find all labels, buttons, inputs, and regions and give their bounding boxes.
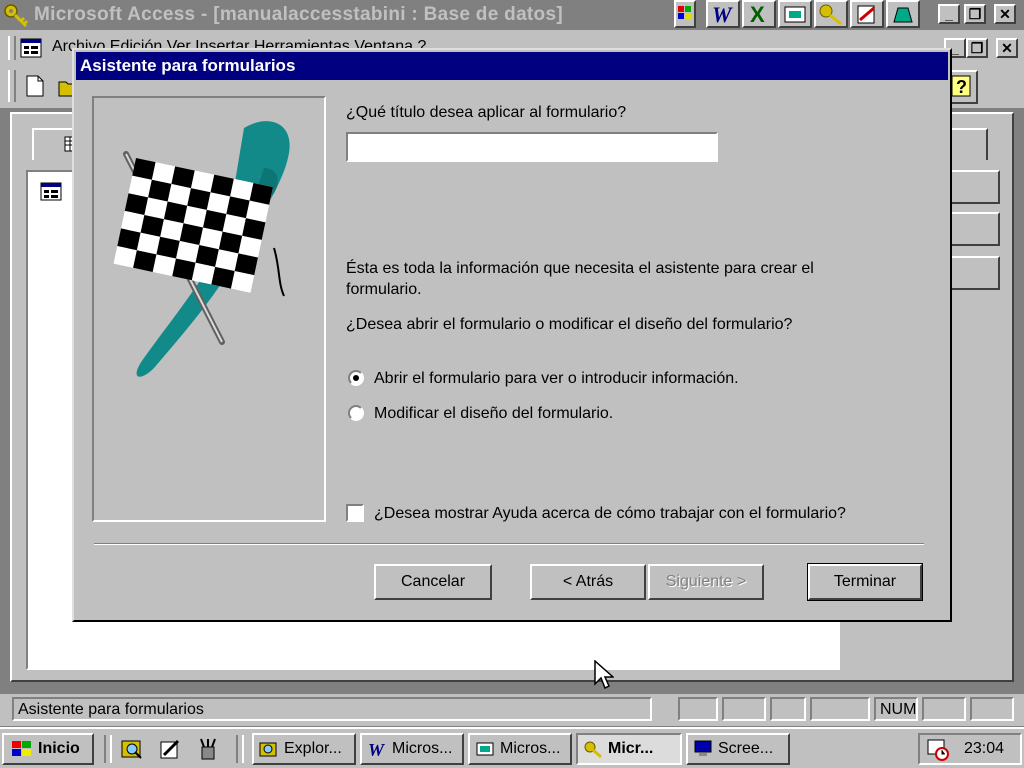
next-button[interactable]: Siguiente > bbox=[648, 564, 764, 600]
close-button[interactable]: ✕ bbox=[994, 4, 1016, 24]
radio-modify-design[interactable] bbox=[348, 405, 364, 421]
doc-restore-button[interactable]: ❐ bbox=[966, 38, 988, 58]
toolbar-grip bbox=[8, 70, 16, 102]
finish-button[interactable]: Terminar bbox=[807, 563, 923, 601]
status-indicator-1 bbox=[678, 697, 718, 721]
status-indicator-7 bbox=[970, 697, 1014, 721]
task-powerpoint[interactable]: Micros... bbox=[468, 733, 572, 765]
task-access-active[interactable]: Micr... bbox=[576, 733, 682, 765]
start-button[interactable]: Inicio bbox=[2, 733, 94, 765]
form-wizard-dialog: Asistente para formularios ¿Qué título d… bbox=[72, 48, 952, 622]
form-object-icon[interactable] bbox=[40, 182, 62, 202]
radio-open-form-label[interactable]: Abrir el formulario para ver o introduci… bbox=[374, 368, 739, 389]
task-label: Micros... bbox=[500, 740, 561, 757]
word-task-icon: W bbox=[368, 740, 386, 758]
status-indicator-4 bbox=[810, 697, 870, 721]
dialog-title: Asistente para formularios bbox=[76, 52, 948, 80]
title-question-label: ¿Qué título desea aplicar al formulario? bbox=[346, 104, 627, 121]
option-label: Abrir el formulario para ver o introduci… bbox=[374, 370, 739, 387]
task-screen[interactable]: Scree... bbox=[686, 733, 790, 765]
system-tray: 23:04 bbox=[918, 733, 1022, 765]
task-word[interactable]: W Micros... bbox=[360, 733, 464, 765]
task-label: Micros... bbox=[392, 740, 453, 757]
new-document-icon[interactable] bbox=[24, 74, 46, 98]
schedule-icon[interactable] bbox=[850, 0, 884, 28]
taskbar-divider-2 bbox=[236, 735, 244, 763]
task-label: Micr... bbox=[608, 740, 654, 757]
access-task-icon bbox=[584, 741, 602, 758]
access-key-icon bbox=[4, 4, 29, 28]
svg-text:W: W bbox=[368, 740, 386, 758]
explorer-icon bbox=[259, 742, 277, 757]
database-window-icon[interactable] bbox=[20, 38, 42, 58]
status-indicator-6 bbox=[922, 697, 966, 721]
form-title-input[interactable] bbox=[346, 132, 718, 162]
minimize-button[interactable]: _ bbox=[938, 4, 960, 24]
help-checkbox[interactable] bbox=[346, 504, 364, 522]
taskbar-divider bbox=[104, 735, 112, 763]
windows-logo-icon bbox=[12, 741, 31, 756]
tools-quicklaunch-icon[interactable] bbox=[196, 737, 220, 761]
office-bar-menu-icon[interactable] bbox=[674, 0, 696, 28]
task-label: Explor... bbox=[284, 740, 342, 757]
svg-text:X: X bbox=[750, 2, 765, 26]
help-checkbox-label[interactable]: ¿Desea mostrar Ayuda acerca de cómo trab… bbox=[374, 503, 846, 524]
scheduler-tray-icon[interactable] bbox=[926, 738, 950, 762]
task-label: Scree... bbox=[718, 740, 774, 757]
app-titlebar: Microsoft Access - [manualaccesstabini :… bbox=[0, 0, 1024, 30]
radio-selected-dot bbox=[353, 375, 359, 381]
start-label: Inicio bbox=[38, 740, 80, 757]
word-icon[interactable]: W bbox=[706, 0, 740, 28]
status-indicator-2 bbox=[722, 697, 766, 721]
office-tools-icon[interactable] bbox=[886, 0, 920, 28]
tab-modules[interactable] bbox=[948, 128, 988, 162]
clock: 23:04 bbox=[964, 740, 1005, 757]
dialog-separator bbox=[94, 543, 924, 545]
open-question-label: ¿Desea abrir el formulario o modificar e… bbox=[346, 316, 793, 333]
radio-open-form[interactable] bbox=[348, 370, 364, 386]
checkered-flag-icon bbox=[113, 121, 290, 377]
status-text: Asistente para formularios bbox=[12, 697, 652, 721]
access-icon[interactable] bbox=[814, 0, 848, 28]
powerpoint-task-icon bbox=[476, 742, 494, 756]
back-button[interactable]: < Atrás bbox=[530, 564, 646, 600]
info-text: Ésta es toda la información que necesita… bbox=[346, 260, 814, 298]
option-label: Modificar el diseño del formulario. bbox=[374, 405, 614, 422]
doc-close-button[interactable]: ✕ bbox=[996, 38, 1018, 58]
cancel-button[interactable]: Cancelar bbox=[374, 564, 492, 600]
radio-modify-design-label[interactable]: Modificar el diseño del formulario. bbox=[374, 403, 613, 424]
restore-button[interactable]: ❐ bbox=[964, 4, 986, 24]
num-indicator: NUM bbox=[874, 697, 918, 721]
status-bar: Asistente para formularios NUM bbox=[0, 694, 1024, 726]
status-indicator-3 bbox=[770, 697, 806, 721]
edit-quicklaunch-icon[interactable] bbox=[158, 737, 182, 761]
excel-icon[interactable]: X bbox=[742, 0, 776, 28]
monitor-icon bbox=[694, 740, 712, 756]
svg-text:?: ? bbox=[956, 77, 967, 97]
mouse-cursor-icon bbox=[594, 660, 614, 690]
menu-grip bbox=[8, 36, 16, 60]
wizard-image-panel bbox=[92, 96, 326, 522]
powerpoint-icon[interactable] bbox=[778, 0, 812, 28]
app-title: Microsoft Access - [manualaccesstabini :… bbox=[34, 4, 563, 25]
explorer-quicklaunch-icon[interactable] bbox=[120, 737, 144, 761]
taskbar: Inicio Explor... W Micros... Micros... M… bbox=[0, 727, 1024, 768]
task-explorer[interactable]: Explor... bbox=[252, 733, 356, 765]
svg-text:W: W bbox=[712, 2, 733, 26]
